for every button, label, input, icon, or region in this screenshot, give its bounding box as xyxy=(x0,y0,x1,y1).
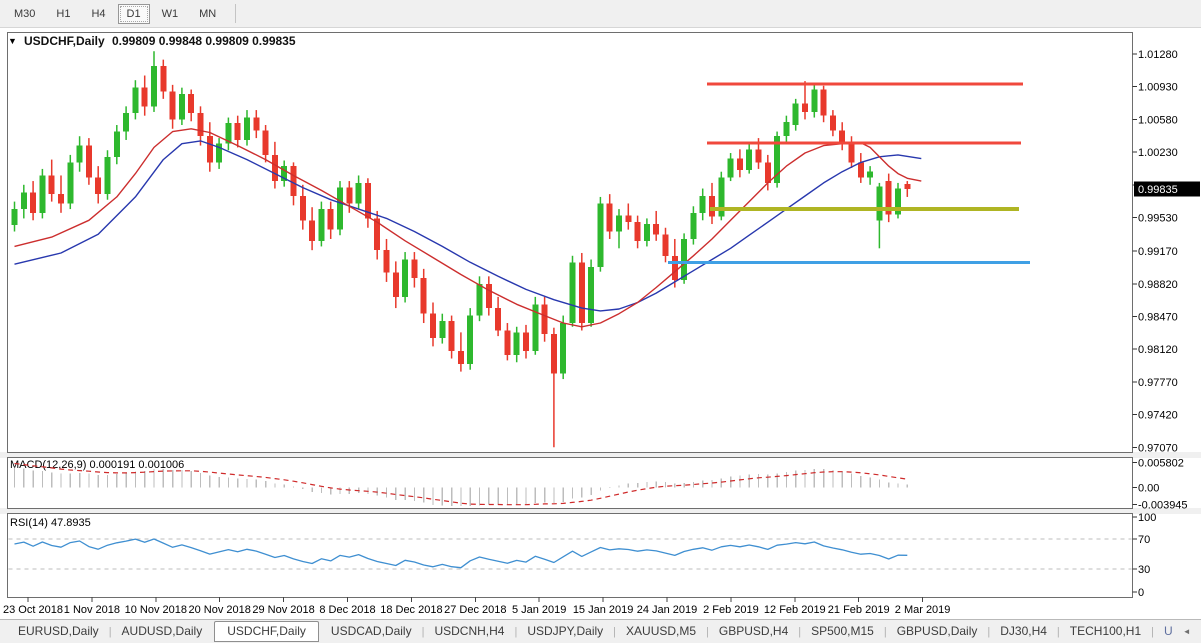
chart-tab-tech100-h1[interactable]: TECH100,H1 xyxy=(1060,623,1151,640)
chart-tab-audusd-daily[interactable]: AUDUSD,Daily xyxy=(112,623,213,640)
chart-tab-usdchf-daily[interactable]: USDCHF,Daily xyxy=(214,621,319,642)
chart-tab-eurusd-daily[interactable]: EURUSD,Daily xyxy=(8,623,109,640)
price-axis-label: 1.00930 xyxy=(1138,82,1178,94)
date-axis-label: 12 Feb 2019 xyxy=(764,604,826,616)
date-axis-label: 2 Mar 2019 xyxy=(895,604,951,616)
chart-tabbar: EURUSD,Daily|AUDUSD,DailyUSDCHF,DailyUSD… xyxy=(0,619,1201,643)
chart-tab-gbpusd-daily[interactable]: GBPUSD,Daily xyxy=(887,623,988,640)
chart-title: USDCHF,Daily xyxy=(24,34,105,48)
chart-tab-dj30-h4[interactable]: DJ30,H4 xyxy=(990,623,1057,640)
timeframe-button-w1[interactable]: W1 xyxy=(153,4,188,24)
date-axis-label: 24 Jan 2019 xyxy=(637,604,698,616)
current-price-badge: 0.99835 xyxy=(1138,184,1178,196)
chart-tab-u[interactable]: U xyxy=(1154,623,1183,640)
date-axis-label: 23 Oct 2018 xyxy=(3,604,63,616)
macd-label: MACD(12,26,9) 0.000191 0.001006 xyxy=(10,459,184,471)
chart-tab-xauusd-m5[interactable]: XAUUSD,M5 xyxy=(616,623,706,640)
macd-axis-label: 0.00 xyxy=(1138,483,1159,495)
date-axis-label: 15 Jan 2019 xyxy=(573,604,634,616)
price-axis-label: 1.00580 xyxy=(1138,114,1178,126)
chart-tab-usdjpy-daily[interactable]: USDJPY,Daily xyxy=(517,623,613,640)
rsi-axis-label: 70 xyxy=(1138,534,1150,546)
rsi-axis-label: 100 xyxy=(1138,512,1156,524)
price-axis-label: 1.01280 xyxy=(1138,49,1178,61)
price-axis-label: 0.98470 xyxy=(1138,311,1178,323)
price-axis-label: 0.97070 xyxy=(1138,442,1178,454)
price-axis-label: 0.99170 xyxy=(1138,246,1178,258)
timeframe-button-h1[interactable]: H1 xyxy=(47,4,79,24)
price-axis-label: 0.98820 xyxy=(1138,279,1178,291)
tab-scroll-left-icon[interactable]: ◄ xyxy=(1183,628,1191,636)
rsi-axis-label: 30 xyxy=(1138,564,1150,576)
date-axis-label: 21 Feb 2019 xyxy=(828,604,890,616)
date-axis-label: 5 Jan 2019 xyxy=(512,604,566,616)
chart-canvas[interactable]: ▼ USDCHF,Daily 0.99809 0.99848 0.99809 0… xyxy=(0,0,1201,643)
chart-tab-gbpusd-h4[interactable]: GBPUSD,H4 xyxy=(709,623,798,640)
macd-axis-label: 0.005802 xyxy=(1138,458,1184,470)
timeframe-button-mn[interactable]: MN xyxy=(190,4,225,24)
price-axis-label: 0.98120 xyxy=(1138,344,1178,356)
price-axis-label: 0.99530 xyxy=(1138,212,1178,224)
chart-ohlc-values: 0.99809 0.99848 0.99809 0.99835 xyxy=(112,34,296,48)
date-axis-label: 27 Dec 2018 xyxy=(444,604,506,616)
price-axis-label: 0.97420 xyxy=(1138,410,1178,422)
price-axis-label: 0.97770 xyxy=(1138,377,1178,389)
tab-scrollers: ◄► xyxy=(1183,628,1201,636)
date-axis-label: 8 Dec 2018 xyxy=(319,604,375,616)
price-axis-label: 1.00230 xyxy=(1138,147,1178,159)
date-axis-label: 2 Feb 2019 xyxy=(703,604,759,616)
mt4-window: M30H1H4D1W1MN ▼ USDCHF,Daily 0.99809 0.9… xyxy=(0,0,1201,643)
date-axis-label: 20 Nov 2018 xyxy=(189,604,251,616)
rsi-axis-label: 0 xyxy=(1138,587,1144,599)
date-axis-label: 29 Nov 2018 xyxy=(252,604,314,616)
chart-tab-usdcad-daily[interactable]: USDCAD,Daily xyxy=(321,623,422,640)
toolbar-separator xyxy=(235,4,236,23)
timeframe-toolbar: M30H1H4D1W1MN xyxy=(0,0,1201,28)
date-axis-label: 1 Nov 2018 xyxy=(64,604,120,616)
rsi-label: RSI(14) 47.8935 xyxy=(10,517,91,529)
timeframe-button-d1[interactable]: D1 xyxy=(118,4,150,24)
timeframe-button-m30[interactable]: M30 xyxy=(5,4,44,24)
timeframe-button-h4[interactable]: H4 xyxy=(82,4,114,24)
macd-axis-label: -0.003945 xyxy=(1138,499,1188,511)
symbol-dropdown-icon[interactable]: ▼ xyxy=(8,36,17,46)
date-axis-label: 10 Nov 2018 xyxy=(125,604,187,616)
date-axis-label: 18 Dec 2018 xyxy=(380,604,442,616)
chart-tab-sp500-m15[interactable]: SP500,M15 xyxy=(801,623,884,640)
chart-tab-usdcnh-h4[interactable]: USDCNH,H4 xyxy=(424,623,514,640)
